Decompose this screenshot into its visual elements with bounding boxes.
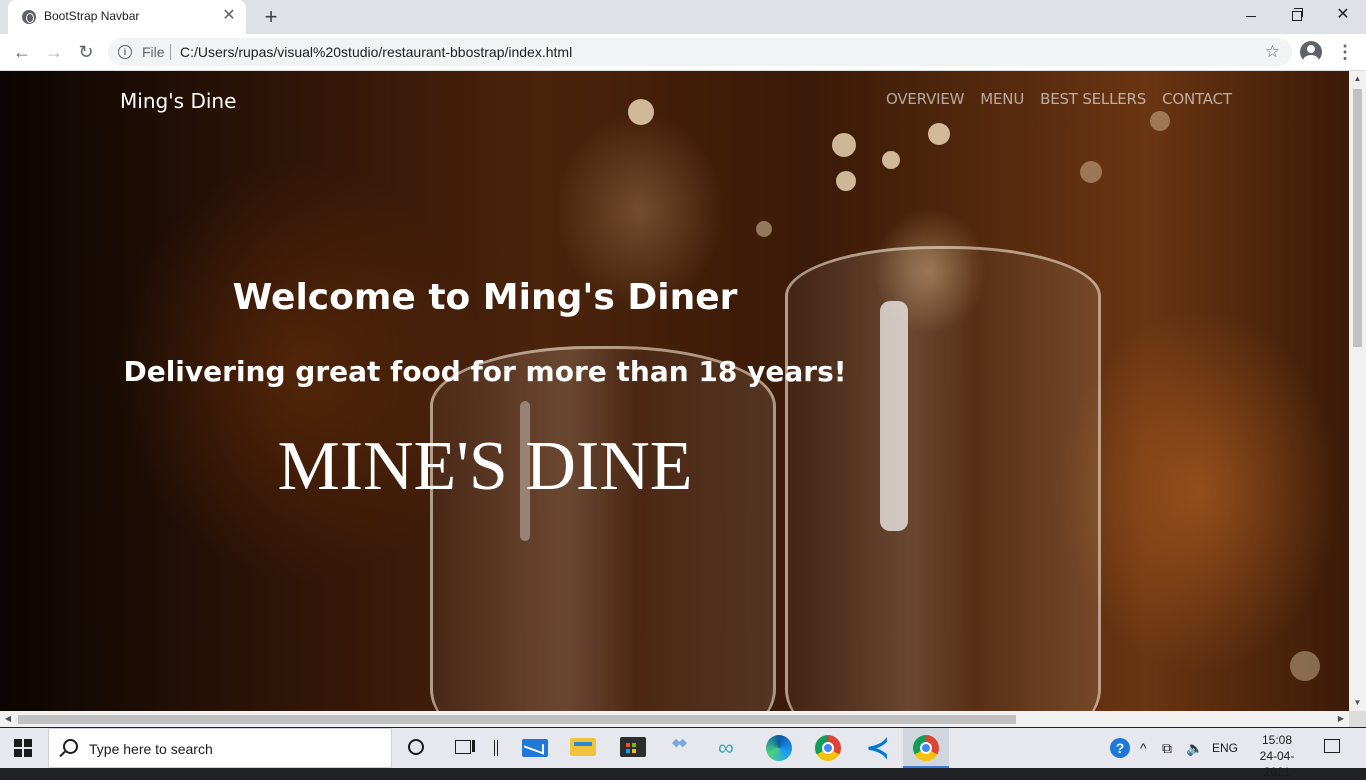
taskbar-search-box[interactable]: Type here to search [48,728,392,768]
windows-taskbar: Type here to search ∞ ? ^ ⧉ 🔈 ENG 15:08 … [0,728,1366,779]
vertical-scrollbar[interactable]: ▲ ▼ [1349,71,1366,711]
horizontal-scroll-thumb[interactable] [18,715,1016,724]
mail-icon[interactable] [522,739,548,757]
system-clock[interactable]: 15:08 24-04-2021 [1248,732,1306,780]
vertical-scroll-thumb[interactable] [1353,89,1362,347]
volume-icon[interactable]: 🔈 [1186,736,1212,760]
hero-title: Welcome to Ming's Diner [232,277,738,318]
back-button[interactable]: ← [10,40,34,64]
store-icon[interactable] [620,737,646,757]
tab-close-icon[interactable]: ✕ [220,7,238,25]
scroll-left-icon[interactable]: ◀ [0,711,16,727]
start-icon[interactable] [14,739,32,757]
horizontal-scrollbar[interactable]: ◀ ▶ [0,711,1349,727]
file-explorer-icon[interactable] [570,738,596,756]
window-close-button[interactable]: ✕ [1320,0,1366,30]
nav-link-menu[interactable]: MENU [980,90,1024,108]
url-text[interactable]: C:/Users/rupas/visual%20studio/restauran… [180,44,572,60]
clock-time: 15:08 [1261,733,1293,747]
new-tab-button[interactable]: + [258,4,284,30]
window-restore-button[interactable] [1274,0,1320,30]
tab-title: BootStrap Navbar [44,9,140,23]
browser-tab[interactable]: BootStrap Navbar ✕ [8,0,246,34]
search-placeholder: Type here to search [89,741,213,757]
taskbar-separator [494,740,498,756]
chrome-icon[interactable] [815,735,841,761]
scroll-down-icon[interactable]: ▼ [1349,695,1366,711]
profile-avatar-icon[interactable] [1300,41,1322,63]
scroll-up-icon[interactable]: ▲ [1349,71,1366,87]
globe-icon [22,10,36,24]
browser-menu-icon[interactable]: ⋮ [1336,42,1354,64]
language-indicator[interactable]: ENG [1212,741,1238,755]
hero-subtitle: Delivering great food for more than 18 y… [123,355,847,388]
info-icon[interactable]: i [118,45,132,59]
hero-brand-text: MINE'S DINE [277,428,693,505]
dropbox-icon[interactable] [670,736,696,760]
chrome-active-icon[interactable] [913,735,939,761]
vscode-icon[interactable] [864,731,890,764]
clock-date: 24-04-2021 [1259,749,1295,779]
address-separator [170,44,171,60]
navbar-links: OVERVIEW MENU BEST SELLERS CONTACT [886,90,1232,108]
browser-toolbar: ← → ↻ i File C:/Users/rupas/visual%20stu… [0,34,1366,71]
bookmark-star-icon[interactable]: ☆ [1265,42,1280,62]
reload-button[interactable]: ↻ [74,40,98,64]
scroll-right-icon[interactable]: ▶ [1333,711,1349,727]
nav-link-contact[interactable]: CONTACT [1162,90,1232,108]
forward-button[interactable]: → [42,40,66,64]
edge-icon[interactable] [766,735,792,761]
nav-link-best-sellers[interactable]: BEST SELLERS [1040,90,1146,108]
navbar-brand[interactable]: Ming's Dine [120,89,236,113]
help-icon[interactable]: ? [1110,738,1130,758]
search-icon [63,739,78,754]
window-minimize-button[interactable] [1228,0,1274,30]
cortana-icon[interactable] [404,736,430,760]
infinity-icon[interactable]: ∞ [718,736,744,760]
scheme-label: File [142,44,165,60]
notification-center-icon[interactable] [1322,737,1344,757]
network-icon[interactable]: ⧉ [1162,736,1188,760]
nav-link-overview[interactable]: OVERVIEW [886,90,964,108]
task-view-icon[interactable] [452,736,478,760]
page-viewport: Ming's Dine OVERVIEW MENU BEST SELLERS C… [0,71,1349,711]
scrollbar-corner [1349,711,1366,727]
address-bar[interactable]: i File C:/Users/rupas/visual%20studio/re… [108,38,1292,66]
browser-tab-strip: BootStrap Navbar ✕ + ✕ [0,0,1366,34]
